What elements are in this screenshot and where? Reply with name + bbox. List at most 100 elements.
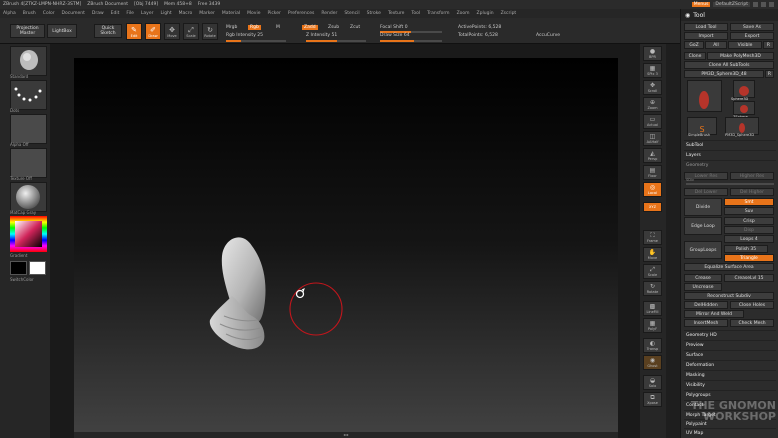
xyz-button[interactable]: XYZ bbox=[643, 202, 662, 212]
current-tool-field[interactable]: PM3D_Sphere3D_48 bbox=[684, 70, 764, 78]
switchcolor-button[interactable]: SwitchColor bbox=[10, 277, 34, 282]
tool-thumb-zsphere[interactable] bbox=[733, 101, 755, 115]
projection-master-button[interactable]: Projection Master bbox=[10, 24, 45, 38]
smt-toggle[interactable]: Smt bbox=[724, 198, 774, 206]
loops-slider[interactable]: Loops 4 bbox=[724, 235, 774, 243]
move-mode-button[interactable]: ✥ Move bbox=[164, 23, 180, 40]
linefill-button[interactable]: ▩ LineFill bbox=[643, 301, 662, 316]
polygroups-section[interactable]: Polygroups bbox=[684, 390, 776, 399]
goz-all-button[interactable]: All bbox=[705, 41, 727, 49]
menu-brush[interactable]: Brush bbox=[23, 11, 36, 16]
grouploops-button[interactable]: GroupLoops bbox=[684, 241, 722, 259]
persp-button[interactable]: ◭ Persp bbox=[643, 148, 662, 163]
lightbox-button[interactable]: LightBox bbox=[47, 24, 77, 38]
menu-render[interactable]: Render bbox=[321, 11, 337, 16]
geometry-section[interactable]: Geometry bbox=[684, 160, 776, 169]
polyf-button[interactable]: ▦ PolyF bbox=[643, 318, 662, 333]
spix-button[interactable]: ▦ SPix 3 bbox=[643, 63, 662, 78]
goz-visible-button[interactable]: Visible bbox=[728, 41, 762, 49]
visibility-section[interactable]: Visibility bbox=[684, 380, 776, 389]
surface-section[interactable]: Surface bbox=[684, 350, 776, 359]
export-button[interactable]: Export bbox=[730, 32, 774, 40]
uncrease-button[interactable]: Uncrease bbox=[684, 283, 722, 291]
suv-toggle[interactable]: Suv bbox=[724, 207, 774, 215]
frame-button[interactable]: ⛶ Frame bbox=[643, 230, 662, 245]
solo-button[interactable]: ◒ Solo bbox=[643, 375, 662, 390]
clone-all-subtools-button[interactable]: Clone All SubTools bbox=[684, 61, 774, 69]
document-canvas[interactable] bbox=[74, 58, 618, 432]
edit-mode-button[interactable]: ✎ Edit bbox=[126, 23, 142, 40]
z-intensity-slider[interactable] bbox=[306, 40, 366, 42]
crease-button[interactable]: Crease bbox=[684, 274, 722, 282]
zadd-toggle[interactable]: Zadd bbox=[302, 25, 318, 30]
alpha-thumbnail[interactable] bbox=[10, 114, 47, 144]
mirror-and-weld-button[interactable]: Mirror And Weld bbox=[684, 310, 744, 318]
color-picker[interactable] bbox=[10, 216, 47, 252]
import-button[interactable]: Import bbox=[684, 32, 728, 40]
rgb-toggle[interactable]: Rgb bbox=[248, 25, 261, 30]
divide-button[interactable]: Divide bbox=[684, 198, 722, 216]
mrgb-toggle[interactable]: Mrgb bbox=[226, 25, 237, 30]
close-holes-button[interactable]: Close Holes bbox=[730, 301, 774, 309]
reconstruct-subdiv-button[interactable]: Reconstruct Subdiv bbox=[684, 292, 774, 300]
local-button[interactable]: ◎ Local bbox=[643, 182, 662, 197]
close-icon[interactable] bbox=[769, 2, 774, 7]
menu-preferences[interactable]: Preferences bbox=[288, 11, 314, 16]
zcut-toggle[interactable]: Zcut bbox=[350, 25, 360, 30]
equalize-surface-area-button[interactable]: Equalize Surface Area bbox=[684, 263, 774, 271]
draw-size-slider[interactable] bbox=[380, 40, 442, 42]
sdiv-slider[interactable] bbox=[686, 183, 774, 185]
draw-mode-button[interactable]: ✐ Draw bbox=[145, 23, 161, 40]
tool-thumb-sphere3d[interactable] bbox=[733, 80, 755, 98]
menu-transform[interactable]: Transform bbox=[427, 11, 449, 16]
higher-res-button[interactable]: Higher Res bbox=[730, 172, 774, 180]
menu-document[interactable]: Document bbox=[62, 11, 85, 16]
masking-section[interactable]: Masking bbox=[684, 370, 776, 379]
secondary-color-swatch[interactable] bbox=[10, 261, 27, 275]
del-higher-button[interactable]: Del Higher bbox=[730, 188, 774, 196]
bpr-button[interactable]: ● BPR bbox=[643, 46, 662, 61]
disp-toggle[interactable]: Disp bbox=[724, 226, 774, 234]
current-tool-r-button[interactable]: R bbox=[765, 70, 774, 78]
polish-slider[interactable]: Polish 35 bbox=[724, 245, 768, 253]
palette-dock-icon[interactable]: ◉ bbox=[685, 12, 690, 19]
insertmesh-button[interactable]: InsertMesh bbox=[684, 319, 728, 327]
menu-macro[interactable]: Macro bbox=[179, 11, 193, 16]
triangle-toggle[interactable]: Triangle bbox=[724, 254, 774, 262]
menu-file[interactable]: File bbox=[126, 11, 134, 16]
make-polymesh-button[interactable]: Make PolyMesh3D bbox=[707, 52, 774, 60]
goz-button[interactable]: GoZ bbox=[684, 41, 704, 49]
goz-r-button[interactable]: R bbox=[763, 41, 774, 49]
deformation-section[interactable]: Deformation bbox=[684, 360, 776, 369]
menu-color[interactable]: Color bbox=[43, 11, 55, 16]
zsub-toggle[interactable]: Zsub bbox=[328, 25, 339, 30]
edge-loop-button[interactable]: Edge Loop bbox=[684, 217, 722, 235]
zoom-button[interactable]: ⊕ Zoom bbox=[643, 97, 662, 112]
minimize-icon[interactable] bbox=[761, 2, 766, 7]
menu-movie[interactable]: Movie bbox=[247, 11, 260, 16]
m-toggle[interactable]: M bbox=[276, 25, 280, 30]
stroke-thumbnail[interactable] bbox=[10, 80, 47, 110]
delhidden-button[interactable]: DelHidden bbox=[684, 301, 728, 309]
menu-edit[interactable]: Edit bbox=[111, 11, 120, 16]
gradient-label[interactable]: Gradient bbox=[10, 253, 27, 258]
menu-tool[interactable]: Tool bbox=[411, 11, 420, 16]
accucurve-toggle[interactable]: AccuCurve bbox=[536, 33, 560, 38]
transp-button[interactable]: ◐ Transp bbox=[643, 338, 662, 353]
menu-light[interactable]: Light bbox=[160, 11, 171, 16]
menu-draw[interactable]: Draw bbox=[92, 11, 104, 16]
move-view-button[interactable]: ✋ Move bbox=[643, 247, 662, 262]
actual-button[interactable]: ▭ Actual bbox=[643, 114, 662, 129]
del-lower-button[interactable]: Del Lower bbox=[684, 188, 728, 196]
canvas-scrollbar[interactable]: ◂ ▸ bbox=[74, 432, 618, 438]
scroll-button[interactable]: ✥ Scroll bbox=[643, 80, 662, 95]
floor-button[interactable]: ▤ Floor bbox=[643, 165, 662, 180]
scale-mode-button[interactable]: ⤢ Scale bbox=[183, 23, 199, 40]
menu-texture[interactable]: Texture bbox=[388, 11, 404, 16]
check-mesh-button[interactable]: Check Mesh bbox=[730, 319, 774, 327]
menu-stencil[interactable]: Stencil bbox=[344, 11, 359, 16]
menus-button[interactable]: Menus bbox=[691, 2, 711, 7]
geometry-hd-section[interactable]: Geometry HD bbox=[684, 330, 776, 339]
menu-material[interactable]: Material bbox=[222, 11, 240, 16]
menu-alpha[interactable]: Alpha bbox=[3, 11, 16, 16]
